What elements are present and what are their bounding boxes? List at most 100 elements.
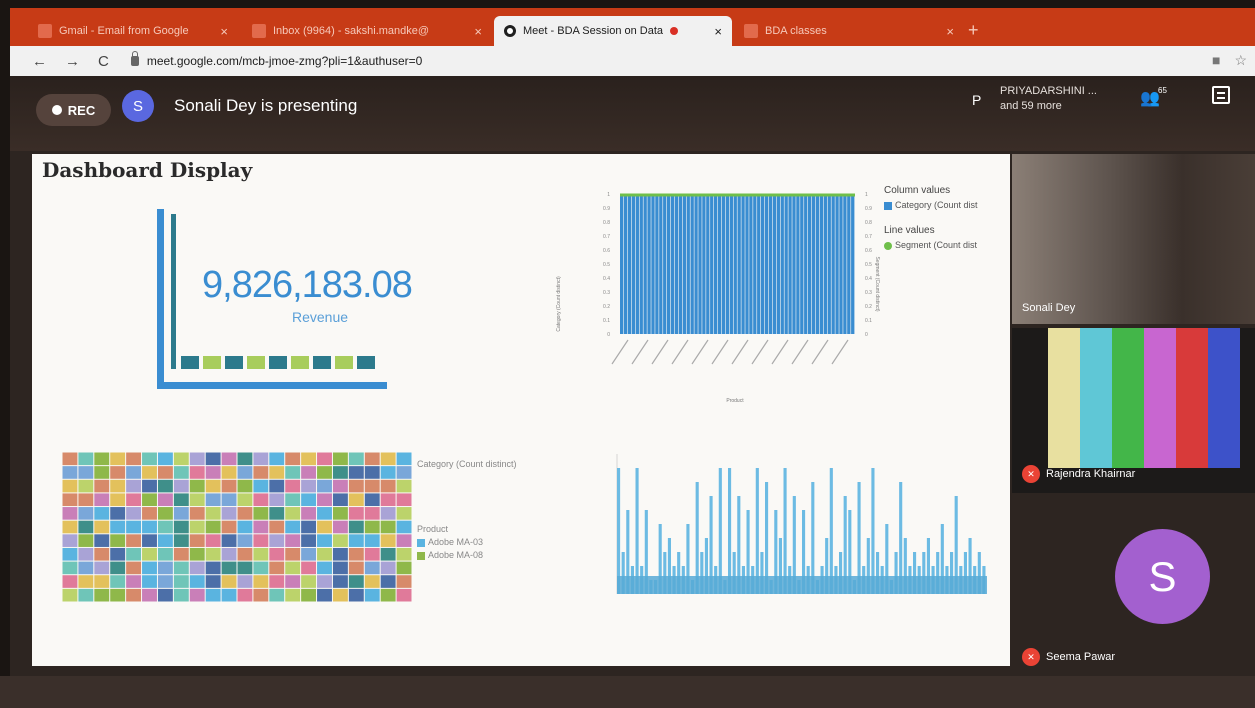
treemap-cell: [396, 575, 412, 588]
treemap-cell: [221, 479, 237, 493]
treemap-cell: [157, 588, 173, 602]
column-bar: [678, 194, 683, 334]
bar-base-band: [617, 576, 987, 594]
treemap-cell: [173, 561, 189, 575]
treemap-cell: [205, 493, 221, 507]
reload-button[interactable]: C: [98, 53, 109, 70]
treemap-cell: [332, 466, 348, 479]
treemap-cell: [253, 547, 269, 561]
column-bar: [819, 194, 824, 334]
treemap-cell: [189, 561, 205, 575]
browser-toolbar: ← → C meet.google.com/mcb-jmoe-zmg?pli=1…: [10, 46, 1255, 76]
people-count: 65: [1158, 86, 1167, 95]
kpi-block: [291, 356, 309, 369]
treemap-cell: [142, 493, 157, 507]
treemap-cell: [285, 507, 301, 520]
treemap-cell: [348, 588, 364, 602]
treemap-cell: [364, 575, 380, 588]
treemap-cell: [317, 520, 332, 534]
treemap-cell: [285, 493, 301, 507]
kpi-block: [171, 364, 176, 369]
tab-bda-classes[interactable]: BDA classes ×: [734, 16, 964, 46]
participant-tile-seema[interactable]: S ✕ Seema Pawar: [1012, 496, 1255, 676]
treemap-cell: [348, 452, 364, 466]
close-icon[interactable]: ×: [714, 24, 722, 39]
treemap-cell: [285, 547, 301, 561]
x-tick-label: [651, 339, 669, 365]
column-bar: [764, 194, 769, 334]
treemap-cell: [78, 547, 94, 561]
treemap-cell: [157, 575, 173, 588]
legend-label: Adobe MA-08: [428, 550, 484, 560]
treemap-cell: [348, 493, 364, 507]
meet-top-bar: REC S Sonali Dey is presenting P PRIYADA…: [10, 76, 1255, 151]
close-icon[interactable]: ×: [220, 24, 228, 39]
tab-inbox[interactable]: Inbox (9964) - sakshi.mandke@ ×: [242, 16, 492, 46]
taskbar: [0, 676, 1255, 708]
column-bar: [780, 194, 784, 334]
legend-column-heading: Column values: [884, 185, 951, 196]
y2-tick-label: 0.1: [865, 318, 872, 324]
legend-product-heading: Product: [417, 524, 449, 534]
forward-button[interactable]: →: [65, 53, 80, 70]
treemap-cell: [205, 466, 221, 479]
treemap-cell: [189, 588, 205, 602]
address-bar[interactable]: meet.google.com/mcb-jmoe-zmg?pli=1&authu…: [130, 51, 422, 68]
treemap-cell: [189, 493, 205, 507]
treemap-cell: [94, 493, 110, 507]
column-bar: [682, 194, 686, 334]
treemap-cell: [253, 575, 269, 588]
close-icon[interactable]: ×: [474, 24, 482, 39]
column-bar: [835, 194, 839, 334]
treemap-cell: [396, 507, 412, 520]
kpi-block: [181, 356, 199, 369]
y2-tick-label: 0.8: [865, 220, 872, 226]
legend-swatch: [884, 201, 892, 210]
new-tab-icon[interactable]: +: [968, 20, 979, 41]
treemap-cell: [110, 507, 126, 520]
column-bar: [768, 194, 773, 334]
treemap-cell: [94, 588, 110, 602]
close-icon[interactable]: ×: [946, 24, 954, 39]
x-tick-label: [631, 339, 649, 365]
participant-more: and 59 more: [1000, 100, 1062, 112]
people-icon[interactable]: 👥: [1140, 88, 1160, 108]
treemap-cell: [332, 520, 348, 534]
treemap-cell: [205, 534, 221, 547]
treemap-cell: [348, 561, 364, 575]
treemap-cell: [157, 479, 173, 493]
participant-tile-sonali[interactable]: Sonali Dey: [1012, 154, 1255, 324]
tab-meet[interactable]: Meet - BDA Session on Data ×: [494, 16, 732, 46]
bookmark-star-button[interactable]: ☆: [1234, 52, 1247, 69]
chat-icon[interactable]: [1212, 86, 1230, 104]
treemap-cell: [173, 452, 189, 466]
treemap-cell: [269, 561, 285, 575]
column-bar: [686, 194, 690, 334]
treemap-cell: [157, 547, 173, 561]
x-tick-label: [611, 339, 629, 365]
treemap-cell: [189, 547, 205, 561]
y2-tick-label: 0.5: [865, 262, 872, 268]
participant-tile-rajendra[interactable]: ✕ Rajendra Khairnar: [1012, 328, 1255, 493]
presenting-text: Sonali Dey is presenting: [174, 96, 358, 115]
treemap-cell: [332, 452, 348, 466]
treemap-cell: [317, 588, 332, 602]
treemap-cell: [110, 452, 126, 466]
y-tick-label: 0.4: [603, 276, 610, 282]
treemap-cell: [301, 520, 317, 534]
cast-icon[interactable]: ■: [1212, 52, 1220, 69]
treemap-cell: [142, 534, 157, 547]
tab-gmail[interactable]: Gmail - Email from Google ×: [28, 16, 238, 46]
treemap-cell: [364, 466, 380, 479]
back-button[interactable]: ←: [32, 53, 47, 70]
column-bar: [647, 194, 651, 334]
column-bar: [811, 194, 816, 334]
slide-title: Dashboard Display: [42, 158, 253, 182]
treemap-cell: [110, 547, 126, 561]
participant-name-label: ✕ Rajendra Khairnar: [1022, 465, 1135, 483]
meet-window: REC S Sonali Dey is presenting P PRIYADA…: [10, 76, 1255, 676]
treemap-cell: [317, 561, 332, 575]
column-bar: [788, 194, 792, 334]
legend-label: Category (Count dist: [895, 200, 978, 210]
treemap-cell: [253, 507, 269, 520]
